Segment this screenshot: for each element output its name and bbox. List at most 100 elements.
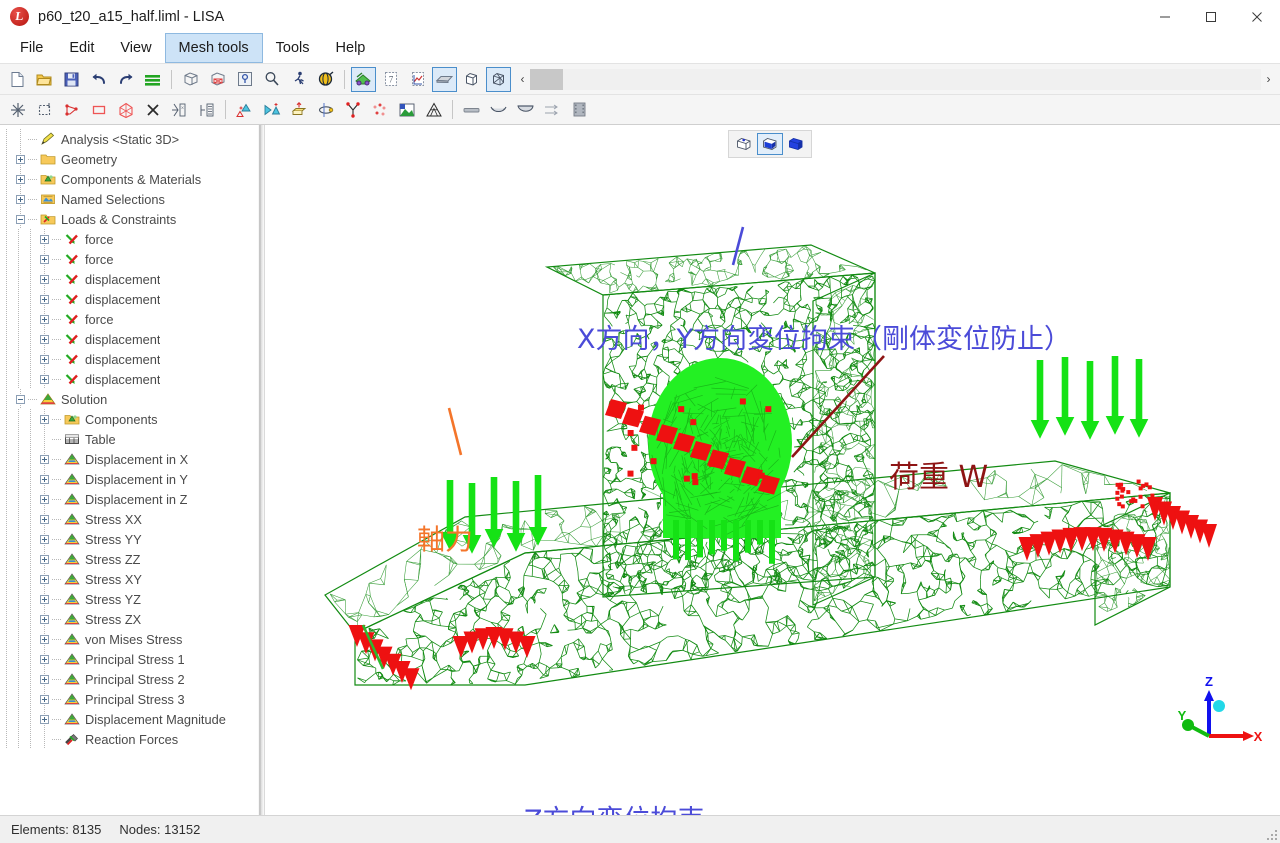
solve-button[interactable] (351, 66, 376, 92)
list-select-button[interactable] (194, 97, 219, 122)
node-pick-button[interactable] (232, 67, 257, 92)
menu-edit[interactable]: Edit (56, 33, 107, 63)
tree-expander-plus[interactable] (36, 229, 52, 249)
tree-expander-plus[interactable] (12, 149, 28, 169)
shaded-view-button[interactable] (432, 66, 457, 92)
tree-expander-plus[interactable] (36, 549, 52, 569)
tree-item-analysis-static-3d[interactable]: Analysis <Static 3D> (0, 129, 254, 149)
wireframe-cube-button[interactable] (178, 67, 203, 92)
view-shaded-button[interactable] (757, 133, 783, 155)
delete-selection-button[interactable] (140, 97, 165, 122)
tree-item-stress-zz[interactable]: Stress ZZ (0, 549, 254, 569)
panel-splitter[interactable] (255, 125, 264, 815)
tree-item-principal-stress-3[interactable]: Principal Stress 3 (0, 689, 254, 709)
view-wireframe-button[interactable] (731, 133, 757, 155)
tree-item-stress-zx[interactable]: Stress ZX (0, 609, 254, 629)
toolbar-scroll-track[interactable] (530, 68, 1261, 90)
axis-snap-button[interactable]: X (167, 97, 192, 122)
menu-tools[interactable]: Tools (263, 33, 323, 63)
tree-expander-plus[interactable] (36, 689, 52, 709)
menu-mesh-tools[interactable]: Mesh tools (164, 33, 263, 63)
3d-viewport[interactable]: X方向，Y方向変位拘束（剛体変位防止） 軸力 荷重 W Z方向変位拘束 Z方向変… (264, 125, 1280, 815)
tree-item-stress-xx[interactable]: Stress XX (0, 509, 254, 529)
open-file-button[interactable] (32, 67, 57, 92)
tree-expander-plus[interactable] (36, 649, 52, 669)
tree-item-principal-stress-1[interactable]: Principal Stress 1 (0, 649, 254, 669)
tree-expander-plus[interactable] (36, 529, 52, 549)
layers-button[interactable] (140, 67, 165, 92)
graph-button[interactable] (405, 67, 430, 92)
select-nodes-button[interactable] (5, 97, 30, 122)
tree-expander-plus[interactable] (36, 369, 52, 389)
tree-expander-plus[interactable] (36, 449, 52, 469)
tree-expander-plus[interactable] (36, 509, 52, 529)
maximize-button[interactable] (1188, 0, 1234, 33)
render-image-button[interactable] (394, 97, 419, 122)
tree-expander-plus[interactable] (36, 569, 52, 589)
tree-expander-plus[interactable] (36, 469, 52, 489)
mirror-constraint-button[interactable] (259, 97, 284, 122)
mesh-cube-button[interactable] (205, 67, 230, 92)
tree-expander-plus[interactable] (36, 269, 52, 289)
polygon-select-button[interactable] (113, 97, 138, 122)
revolve-button[interactable] (313, 97, 338, 122)
tree-item-solution[interactable]: Solution (0, 389, 254, 409)
tree-item-force[interactable]: force (0, 249, 254, 269)
save-file-button[interactable] (59, 67, 84, 92)
redo-button[interactable] (113, 67, 138, 92)
tree-item-displacement-in-y[interactable]: Displacement in Y (0, 469, 254, 489)
shell-concave-button[interactable] (486, 97, 511, 122)
select-box-button[interactable] (32, 97, 57, 122)
shell-solid-button[interactable] (513, 97, 538, 122)
new-file-button[interactable] (5, 67, 30, 92)
tree-expander-plus[interactable] (36, 289, 52, 309)
tree-expander-plus[interactable] (36, 309, 52, 329)
tree-item-components[interactable]: Components (0, 409, 254, 429)
tree-item-displacement-magnitude[interactable]: Displacement Magnitude (0, 709, 254, 729)
tree-item-components-materials[interactable]: Components & Materials (0, 169, 254, 189)
tree-expander-plus[interactable] (12, 169, 28, 189)
film-strip-button[interactable] (567, 97, 592, 122)
tree-expander-minus[interactable] (12, 389, 28, 409)
toolbar-scroll-thumb[interactable] (530, 68, 563, 90)
menu-view[interactable]: View (107, 33, 164, 63)
menu-help[interactable]: Help (323, 33, 379, 63)
tree-item-displacement[interactable]: displacement (0, 369, 254, 389)
rectangle-select-button[interactable] (86, 97, 111, 122)
tree-expander-minus[interactable] (12, 209, 28, 229)
tree-item-principal-stress-2[interactable]: Principal Stress 2 (0, 669, 254, 689)
tree-item-displacement[interactable]: displacement (0, 349, 254, 369)
menu-file[interactable]: File (7, 33, 56, 63)
tree-item-displacement-in-x[interactable]: Displacement in X (0, 449, 254, 469)
tree-item-loads-constraints[interactable]: Loads & Constraints (0, 209, 254, 229)
tree-expander-plus[interactable] (36, 249, 52, 269)
add-constraint-button[interactable] (232, 97, 257, 122)
tree-item-displacement-in-z[interactable]: Displacement in Z (0, 489, 254, 509)
toolbar-scrollbar[interactable]: ‹ › (515, 68, 1276, 91)
tree-expander-plus[interactable] (36, 329, 52, 349)
tree-expander-plus[interactable] (36, 669, 52, 689)
tree-expander-plus[interactable] (36, 589, 52, 609)
tree-item-von-mises-stress[interactable]: von Mises Stress (0, 629, 254, 649)
tree-expander-plus[interactable] (36, 709, 52, 729)
tree-expander-plus[interactable] (36, 489, 52, 509)
scroll-right-button[interactable]: › (1261, 68, 1276, 91)
tree-item-geometry[interactable]: Geometry (0, 149, 254, 169)
tree-item-table[interactable]: Table (0, 429, 254, 449)
node-merge-button[interactable] (340, 97, 365, 122)
select-element-button[interactable] (59, 97, 84, 122)
solid-cube-button[interactable] (459, 67, 484, 92)
tree-item-displacement[interactable]: displacement (0, 329, 254, 349)
walk-button[interactable] (286, 67, 311, 92)
mesh-view-button[interactable] (486, 66, 511, 92)
view-solid-button[interactable] (783, 133, 809, 155)
result-table-button[interactable]: 7 (378, 67, 403, 92)
tree-expander-plus[interactable] (36, 349, 52, 369)
resize-grip[interactable] (1263, 826, 1277, 840)
mesh-quality-button[interactable] (421, 97, 446, 122)
scatter-nodes-button[interactable] (367, 97, 392, 122)
tree-expander-plus[interactable] (36, 609, 52, 629)
rotate-view-button[interactable] (313, 67, 338, 92)
tree-item-reaction-forces[interactable]: Reaction Forces (0, 729, 254, 749)
arrow-pair-button[interactable] (540, 97, 565, 122)
